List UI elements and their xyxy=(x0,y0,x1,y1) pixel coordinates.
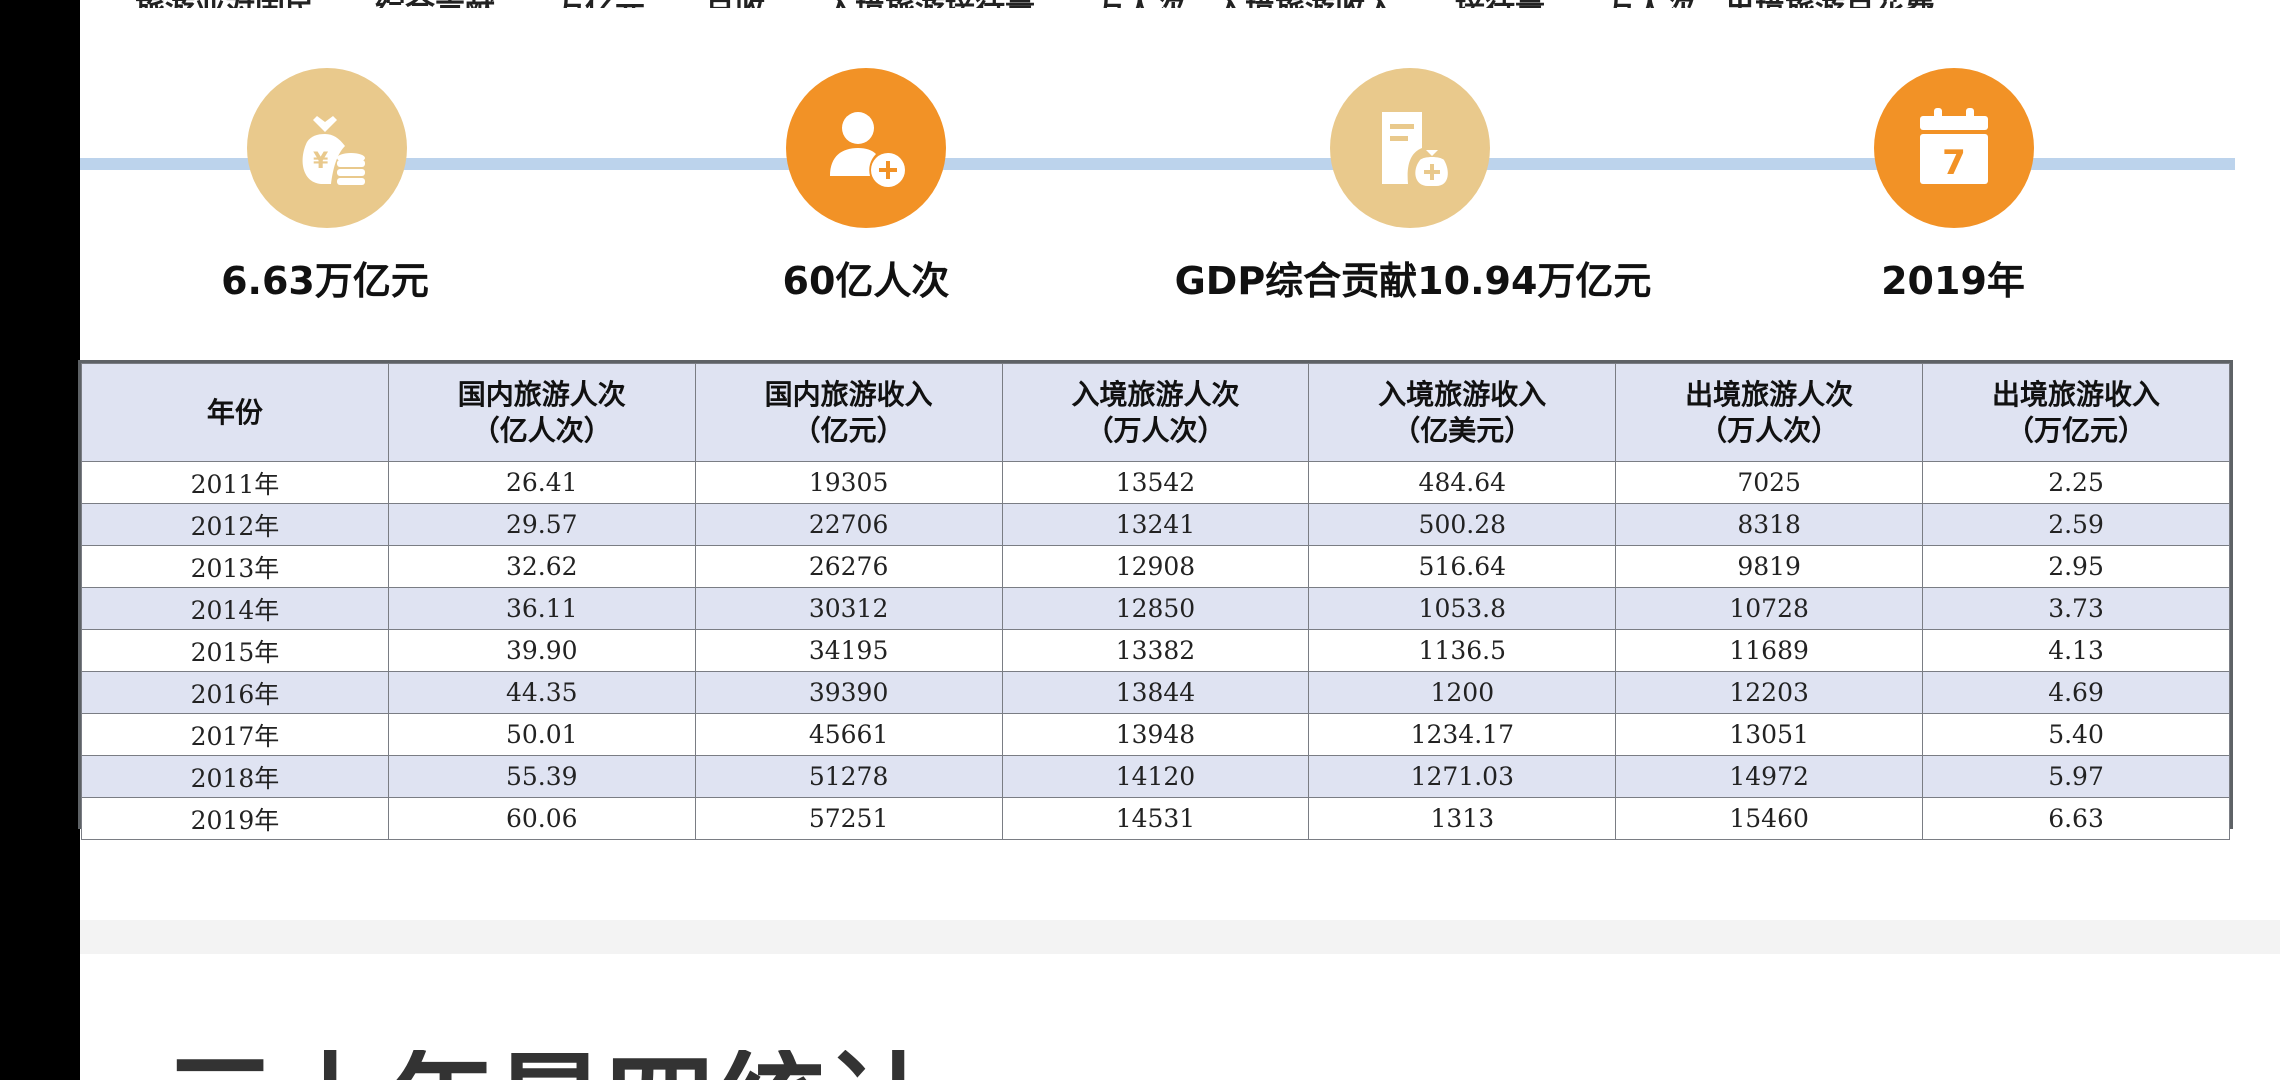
stat-value-2: 60亿人次 xyxy=(782,259,950,303)
left-black-edge xyxy=(0,0,80,1080)
stat-value-1: 6.63万亿元 xyxy=(221,259,429,303)
table-cell: 12850 xyxy=(1001,587,1310,630)
table-cell: 2012年 xyxy=(81,503,389,546)
table-cell: 484.64 xyxy=(1308,461,1617,504)
table-cell: 50.01 xyxy=(387,713,696,756)
table-row: 2019年 60.06 57251 14531 1313 15460 6.63 xyxy=(81,797,2230,840)
add-person-icon xyxy=(830,112,905,187)
table-row: 2013年 32.62 26276 12908 516.64 9819 2.95 xyxy=(81,545,2230,588)
table-cell: 39.90 xyxy=(387,629,696,672)
cropped-top-text: …旅游业对国民……综合贡献……万亿元……总收……入境旅游接待量……万人次，入境旅… xyxy=(105,0,2280,8)
table-cell: 34195 xyxy=(694,629,1003,672)
table-cell: 12203 xyxy=(1615,671,1924,714)
table-cell: 2017年 xyxy=(81,713,389,756)
table-cell: 57251 xyxy=(694,797,1003,840)
table-cell: 12908 xyxy=(1001,545,1310,588)
table-cell: 10728 xyxy=(1615,587,1924,630)
header-domestic-trips: 国内旅游人次 （亿人次） xyxy=(387,363,696,462)
table-cell: 13382 xyxy=(1001,629,1310,672)
table-cell: 39390 xyxy=(694,671,1003,714)
table-cell: 2018年 xyxy=(81,755,389,798)
table-cell: 2019年 xyxy=(81,797,389,840)
table-cell: 3.73 xyxy=(1922,587,2230,630)
table-cell: 14972 xyxy=(1615,755,1924,798)
stat-circle-4: 7 xyxy=(1874,68,2034,228)
table-cell: 2016年 xyxy=(81,671,389,714)
table-cell: 51278 xyxy=(694,755,1003,798)
table-cell: 36.11 xyxy=(387,587,696,630)
table-cell: 516.64 xyxy=(1308,545,1617,588)
tourism-stats-table: 年份 国内旅游人次 （亿人次） 国内旅游收入 （亿元） 入境旅游人次 （万人次） 入境… xyxy=(78,360,2233,840)
table-cell: 44.35 xyxy=(387,671,696,714)
table-cell: 2015年 xyxy=(81,629,389,672)
table-cell: 6.63 xyxy=(1922,797,2230,840)
table-cell: 4.69 xyxy=(1922,671,2230,714)
table-cell: 55.39 xyxy=(387,755,696,798)
table-cell: 22706 xyxy=(694,503,1003,546)
table-cell: 13542 xyxy=(1001,461,1310,504)
header-outbound-revenue: 出境旅游收入 （万亿元） xyxy=(1922,363,2230,462)
table-cell: 1200 xyxy=(1308,671,1617,714)
table-cell: 13241 xyxy=(1001,503,1310,546)
table-cell: 8318 xyxy=(1615,503,1924,546)
table-cell: 1234.17 xyxy=(1308,713,1617,756)
table-cell: 14120 xyxy=(1001,755,1310,798)
table-cell: 4.13 xyxy=(1922,629,2230,672)
table-cell: 1313 xyxy=(1308,797,1617,840)
stat-circle-3 xyxy=(1330,68,1490,228)
table-header-row: 年份 国内旅游人次 （亿人次） 国内旅游收入 （亿元） 入境旅游人次 （万人次） 入境… xyxy=(81,363,2230,462)
table-cell: 26276 xyxy=(694,545,1003,588)
table-cell: 2011年 xyxy=(81,461,389,504)
table-cell: 5.40 xyxy=(1922,713,2230,756)
header-inbound-trips: 入境旅游人次 （万人次） xyxy=(1001,363,1310,462)
table-cell: 60.06 xyxy=(387,797,696,840)
table-cell: 13844 xyxy=(1001,671,1310,714)
table-cell: 14531 xyxy=(1001,797,1310,840)
table-cell: 13948 xyxy=(1001,713,1310,756)
table-cell: 45661 xyxy=(694,713,1003,756)
table-row: 2011年 26.41 19305 13542 484.64 7025 2.25 xyxy=(81,461,2230,504)
table-row: 2017年 50.01 45661 13948 1234.17 13051 5.… xyxy=(81,713,2230,756)
table-cell: 7025 xyxy=(1615,461,1924,504)
stat-circle-2 xyxy=(786,68,946,228)
header-outbound-trips: 出境旅游人次 （万人次） xyxy=(1615,363,1924,462)
table-cell: 5.97 xyxy=(1922,755,2230,798)
table-cell: 2.95 xyxy=(1922,545,2230,588)
table-cell: 13051 xyxy=(1615,713,1924,756)
table-cell: 19305 xyxy=(694,461,1003,504)
table-cell: 2.59 xyxy=(1922,503,2230,546)
header-domestic-revenue: 国内旅游收入 （亿元） xyxy=(694,363,1003,462)
table-row: 2012年 29.57 22706 13241 500.28 8318 2.59 xyxy=(81,503,2230,546)
calendar-icon: 7 xyxy=(1920,108,1988,184)
table-cell: 32.62 xyxy=(387,545,696,588)
money-bag-icon: ¥ xyxy=(302,116,365,185)
cropped-section-heading: 三十年是四统计 xyxy=(165,1050,935,1080)
table-cell: 9819 xyxy=(1615,545,1924,588)
svg-text:7: 7 xyxy=(1942,143,1966,183)
svg-text:¥: ¥ xyxy=(313,149,329,174)
stat-circle-1: ¥ xyxy=(247,68,407,228)
table-row: 2018年 55.39 51278 14120 1271.03 14972 5.… xyxy=(81,755,2230,798)
table-cell: 26.41 xyxy=(387,461,696,504)
table-cell: 2.25 xyxy=(1922,461,2230,504)
table-cell: 2014年 xyxy=(81,587,389,630)
table-row: 2015年 39.90 34195 13382 1136.5 11689 4.1… xyxy=(81,629,2230,672)
table-cell: 1136.5 xyxy=(1308,629,1617,672)
table-cell: 2013年 xyxy=(81,545,389,588)
header-year: 年份 xyxy=(81,363,389,462)
table-cell: 29.57 xyxy=(387,503,696,546)
section-divider xyxy=(80,920,2280,954)
table-cell: 15460 xyxy=(1615,797,1924,840)
table-cell: 500.28 xyxy=(1308,503,1617,546)
table-cell: 1053.8 xyxy=(1308,587,1617,630)
stat-value-4: 2019年 xyxy=(1881,259,2025,303)
table-cell: 11689 xyxy=(1615,629,1924,672)
document-money-icon xyxy=(1382,112,1448,186)
table-row: 2014年 36.11 30312 12850 1053.8 10728 3.7… xyxy=(81,587,2230,630)
header-inbound-revenue: 入境旅游收入 （亿美元） xyxy=(1308,363,1617,462)
table-cell: 30312 xyxy=(694,587,1003,630)
table-row: 2016年 44.35 39390 13844 1200 12203 4.69 xyxy=(81,671,2230,714)
table-cell: 1271.03 xyxy=(1308,755,1617,798)
stat-value-3: GDP综合贡献10.94万亿元 xyxy=(1174,259,1652,303)
